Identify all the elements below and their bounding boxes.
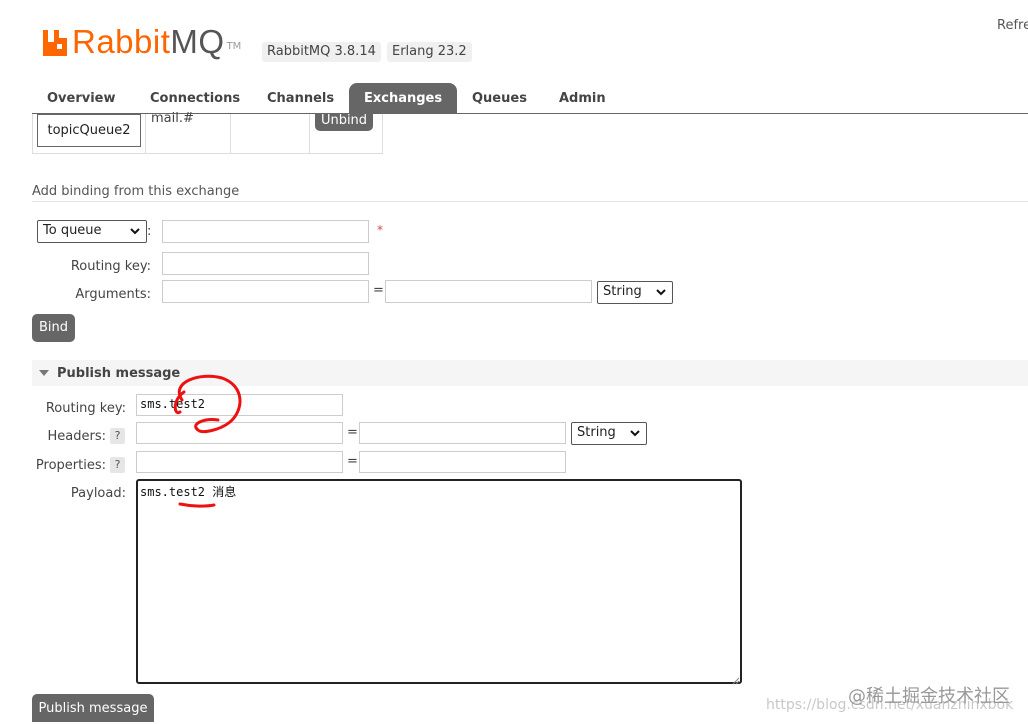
resize-handle-icon[interactable] xyxy=(732,674,740,689)
payload-label: Payload: xyxy=(70,486,126,501)
header-value-input[interactable] xyxy=(359,422,566,444)
binding-routing-key-input[interactable] xyxy=(162,252,369,275)
erlang-version-badge: Erlang 23.2 xyxy=(387,42,472,62)
bind-button[interactable]: Bind xyxy=(32,314,75,342)
argument-value-input[interactable] xyxy=(385,280,592,303)
header-type-value: String xyxy=(577,425,616,440)
publish-routing-key-label: Routing key: xyxy=(45,401,126,416)
binding-routing-key-label: Routing key: xyxy=(70,259,151,274)
chevron-down-icon xyxy=(629,426,641,444)
rabbitmq-logo: RabbitMQ TM xyxy=(42,24,241,60)
tab-admin[interactable]: Admin xyxy=(544,83,621,113)
equals-sign: = xyxy=(347,425,358,440)
juejin-watermark: @稀土掘金技术社区 xyxy=(848,686,1010,707)
chevron-down-icon xyxy=(655,285,667,303)
binding-queue-link[interactable]: topicQueue2 xyxy=(37,114,141,147)
equals-sign: = xyxy=(373,283,384,298)
argument-type-select[interactable]: String xyxy=(597,281,673,304)
colon-separator: : xyxy=(147,224,152,239)
tab-connections[interactable]: Connections xyxy=(135,83,255,113)
section-divider xyxy=(32,201,1028,202)
tab-channels[interactable]: Channels xyxy=(252,83,349,113)
required-mark: * xyxy=(377,223,383,237)
argument-key-input[interactable] xyxy=(162,280,369,303)
red-annotation-marks xyxy=(173,374,242,508)
chevron-down-icon xyxy=(129,224,141,242)
properties-help-icon[interactable]: ? xyxy=(110,457,125,473)
destination-name-input[interactable] xyxy=(162,220,369,243)
tab-overview[interactable]: Overview xyxy=(32,83,131,113)
publish-message-button[interactable]: Publish message xyxy=(32,694,154,722)
destination-type-select[interactable]: To queue xyxy=(37,220,147,243)
headers-label: Headers: xyxy=(47,429,107,444)
headers-help-icon[interactable]: ? xyxy=(110,428,125,444)
property-value-input[interactable] xyxy=(359,451,566,473)
add-binding-title: Add binding from this exchange xyxy=(32,184,240,199)
arguments-label: Arguments: xyxy=(75,287,151,302)
rabbit-logo-icon xyxy=(42,30,68,56)
destination-type-value: To queue xyxy=(43,223,102,238)
cell-divider xyxy=(230,114,231,153)
tab-queues[interactable]: Queues xyxy=(457,83,542,113)
refresh-control[interactable]: Refre xyxy=(997,18,1028,33)
binding-routing-key: mail.# xyxy=(151,111,194,126)
argument-type-value: String xyxy=(603,284,642,299)
cell-divider xyxy=(145,114,146,153)
collapse-triangle-icon xyxy=(39,370,49,376)
rabbitmq-version-badge: RabbitMQ 3.8.14 xyxy=(262,42,381,62)
header-type-select[interactable]: String xyxy=(571,422,647,445)
equals-sign: = xyxy=(347,454,358,469)
properties-label: Properties: xyxy=(35,458,106,473)
trademark-mark: TM xyxy=(226,41,242,52)
tab-exchanges[interactable]: Exchanges xyxy=(349,83,458,113)
logo-wordmark: RabbitMQ xyxy=(72,23,225,60)
cell-divider xyxy=(309,114,310,153)
unbind-button[interactable]: Unbind xyxy=(315,113,373,131)
